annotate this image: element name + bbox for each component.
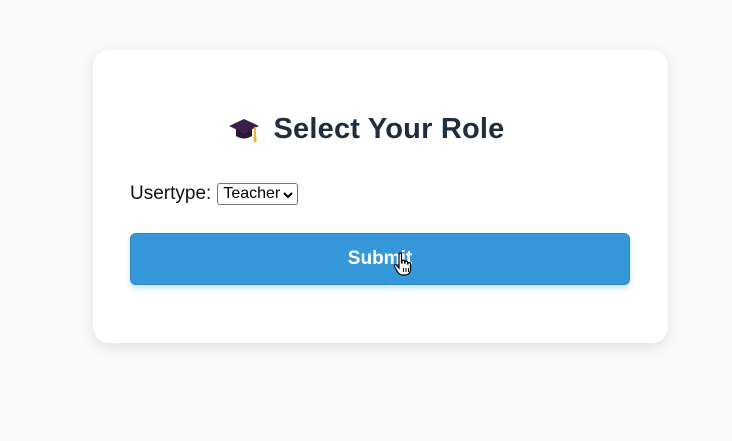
graduation-cap-icon — [228, 116, 260, 144]
page-title: Select Your Role — [273, 113, 505, 145]
submit-button[interactable]: Submit — [130, 233, 630, 285]
usertype-selected-value: Teacher — [223, 185, 281, 202]
usertype-select[interactable]: Teacher — [217, 183, 299, 205]
chevron-down-icon — [282, 188, 294, 200]
usertype-label: Usertype: — [130, 183, 212, 204]
usertype-row: Usertype: Teacher — [130, 183, 299, 205]
card-heading: Select Your Role — [0, 113, 732, 146]
hand-pointer-cursor-icon — [393, 252, 413, 276]
